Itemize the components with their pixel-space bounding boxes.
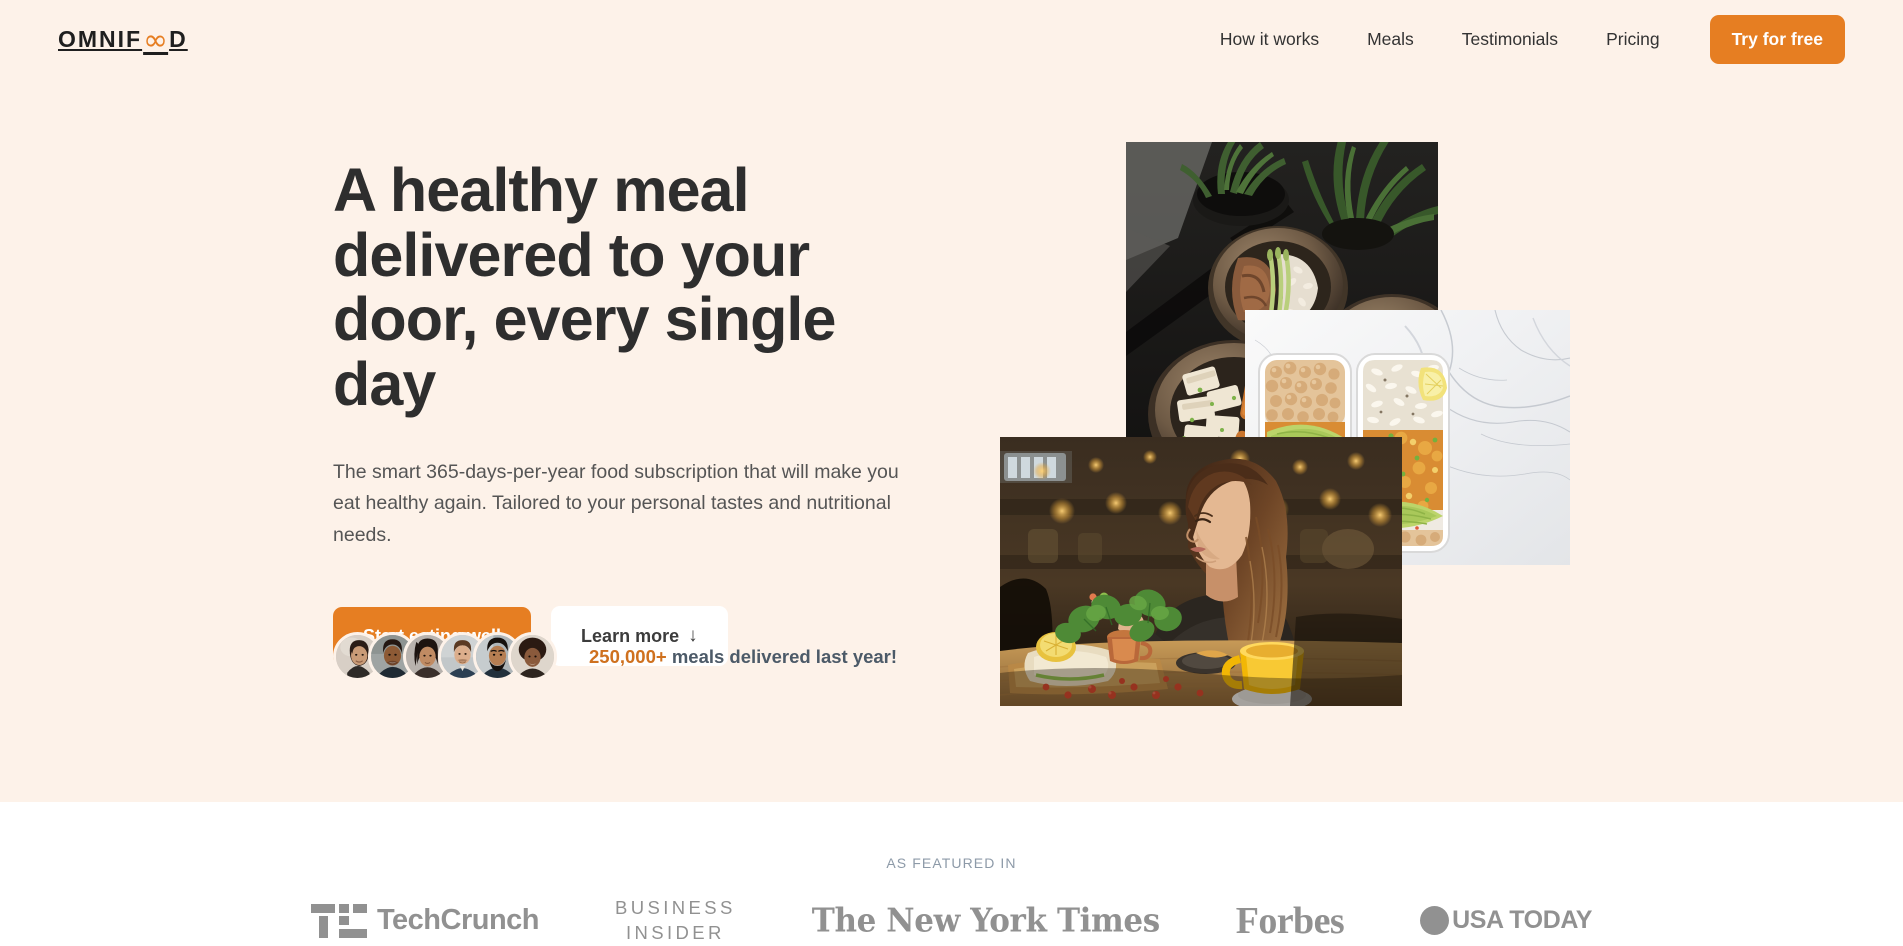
techcrunch-logo: TechCrunch [310,903,540,938]
business-insider-line1: BUSINESS [615,897,736,918]
forbes-wordmark: Forbes [1235,899,1345,942]
forbes-logo: Forbes [1235,899,1345,943]
featured-in-section: AS FEATURED IN TechCrunch BUSINESS INSID… [0,802,1903,943]
business-insider-line2: INSIDER [625,921,725,943]
business-insider-logo: BUSINESS INSIDER [615,896,736,946]
techcrunch-mark-icon [310,903,367,938]
usa-today-logo: USA TODAY [1420,906,1593,936]
new-york-times-logo: The New York Times [811,901,1160,940]
usa-today-dot-icon [1420,906,1450,936]
usa-today-wordmark: USA TODAY [1452,906,1593,935]
hero-image-woman-eating [1000,437,1402,706]
hero-content: A healthy meal delivered to your door, e… [0,0,1903,802]
hero-image-collage [0,0,1903,802]
nyt-wordmark: The New York Times [811,901,1160,940]
hero-section: OMNIF ∞ D How it works Meals Testimonials … [0,0,1903,802]
techcrunch-wordmark: TechCrunch [376,904,540,937]
featured-logos-row: TechCrunch BUSINESS INSIDER The New York… [0,896,1903,946]
featured-in-heading: AS FEATURED IN [886,855,1017,871]
